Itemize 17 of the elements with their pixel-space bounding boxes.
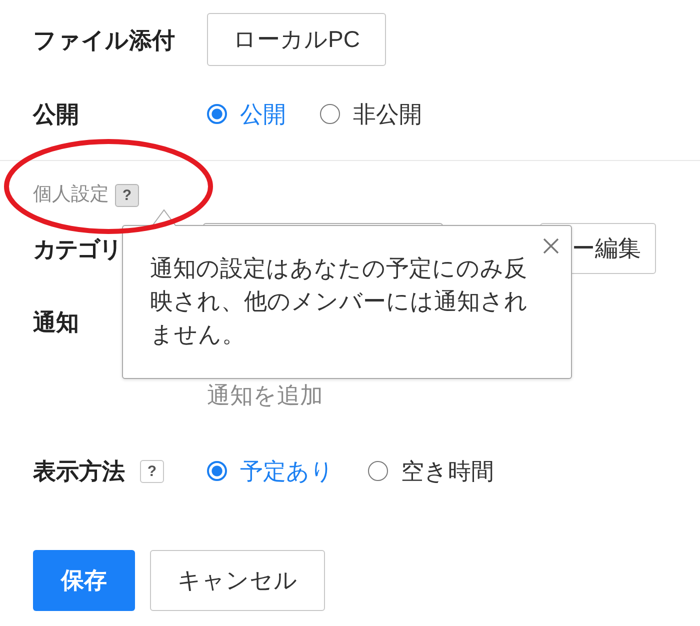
help-button[interactable]: ? — [115, 184, 139, 206]
field-label: 表示方法 — [33, 457, 125, 486]
radio-option[interactable]: 空き時間 — [368, 456, 494, 486]
field-label: 公開 — [33, 100, 79, 129]
radio-option[interactable]: 非公開 — [320, 99, 422, 129]
radio-option[interactable]: 公開 — [207, 99, 286, 129]
section-heading: 個人設定 — [33, 183, 109, 207]
field-label: 通知 — [33, 308, 79, 337]
tooltip-text: 通知の設定はあなたの予定にのみ反映され、他のメンバーには通知されません。 — [150, 254, 529, 349]
help-button[interactable]: ? — [140, 460, 164, 482]
field-label: カテゴリ — [33, 234, 121, 264]
local-pc-button[interactable]: ローカルPC — [207, 13, 386, 66]
close-icon[interactable] — [543, 238, 559, 254]
radio-option[interactable]: 予定あり — [207, 456, 334, 486]
save-button[interactable]: 保存 — [33, 550, 135, 611]
cancel-button[interactable]: キャンセル — [150, 550, 325, 611]
field-label: ファイル添付 — [33, 26, 175, 54]
